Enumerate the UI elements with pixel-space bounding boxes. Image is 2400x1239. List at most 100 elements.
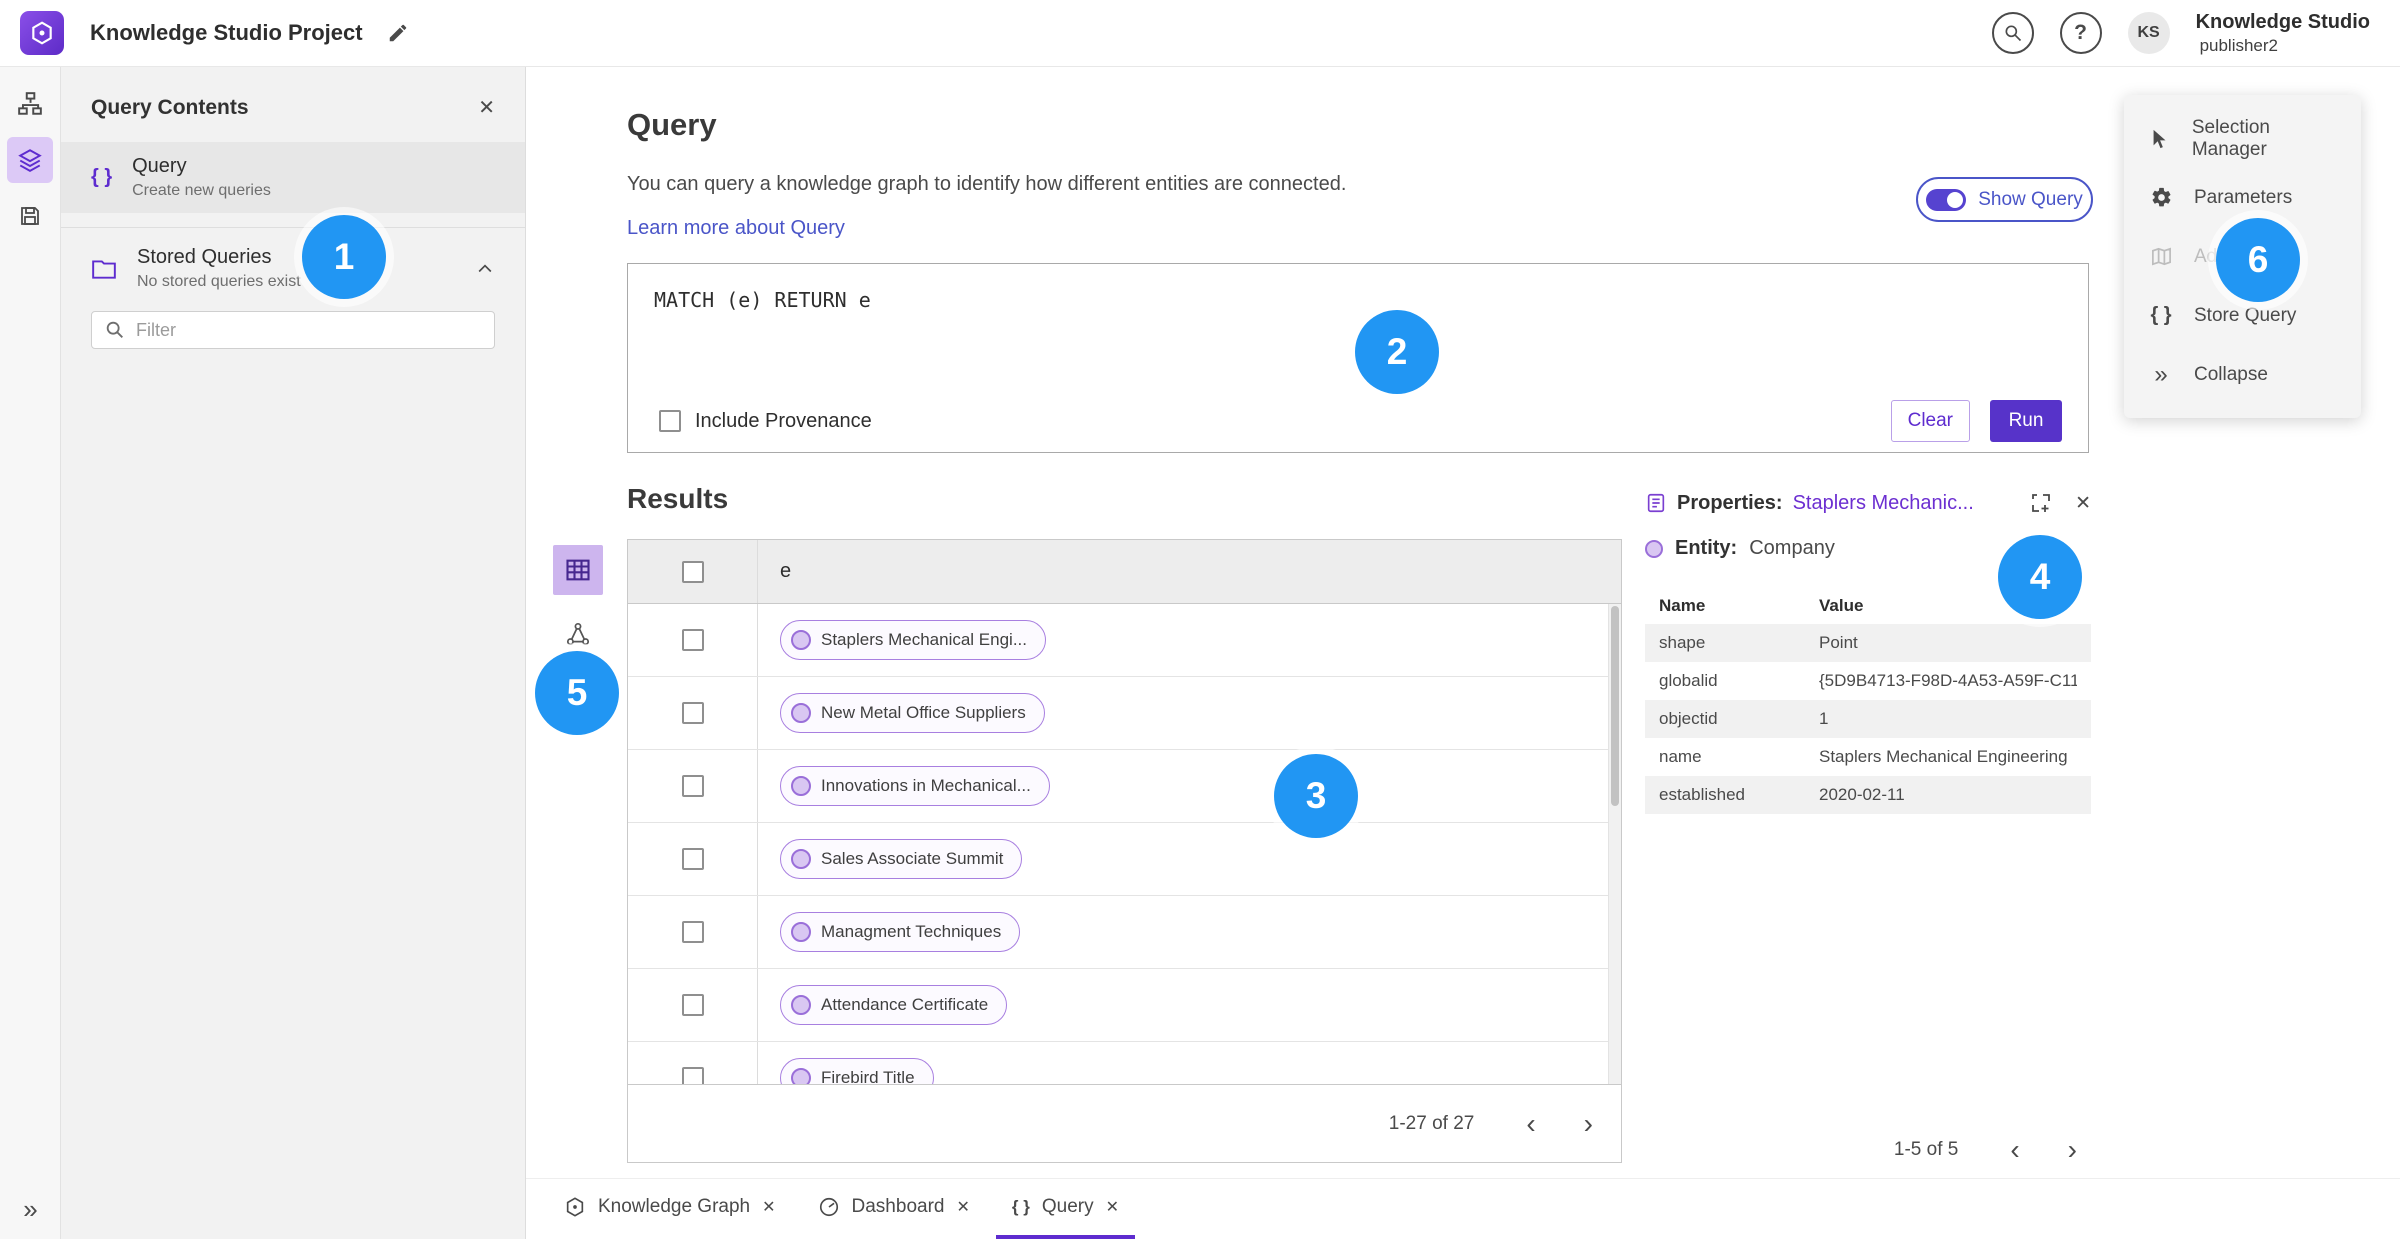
entity-chip-label: Staplers Mechanical Engi...	[821, 630, 1027, 649]
link-chart-icon	[566, 622, 590, 646]
entity-dot-icon	[791, 922, 811, 942]
query-description: You can query a knowledge graph to ident…	[627, 173, 1347, 195]
help-icon: ?	[2074, 21, 2087, 44]
query-item-label: Query	[132, 155, 187, 177]
property-row: established 2020-02-11	[1645, 776, 2091, 814]
prev-page-icon[interactable]: ‹	[1526, 1109, 1535, 1138]
tab-dashboard[interactable]: Dashboard ✕	[802, 1179, 986, 1239]
stored-queries-header[interactable]: Stored Queries No stored queries exist	[61, 228, 525, 305]
entity-chip[interactable]: Innovations in Mechanical...	[780, 766, 1050, 806]
table-row[interactable]: Attendance Certificate	[628, 969, 1608, 1042]
tab-close-icon[interactable]: ✕	[1106, 1197, 1119, 1217]
annotation-badge-5: 5	[535, 651, 619, 735]
learn-more-link[interactable]: Learn more about Query	[627, 217, 845, 240]
search-icon	[2005, 25, 2021, 42]
stored-queries-label: Stored Queries	[137, 246, 272, 268]
braces-icon: { }	[2150, 304, 2172, 326]
show-query-label: Show Query	[1978, 188, 2083, 210]
help-button[interactable]: ?	[2059, 12, 2102, 54]
entity-chip[interactable]: Staplers Mechanical Engi...	[780, 620, 1046, 660]
include-provenance-label: Include Provenance	[695, 409, 872, 432]
menu-item-selection-manager[interactable]: Selection Manager	[2124, 109, 2361, 168]
tab-query[interactable]: { } Query ✕	[995, 1179, 1135, 1239]
selection-manager-icon	[2148, 128, 2172, 150]
results-table: e Staplers Mechanical Engi... New Metal …	[627, 539, 1622, 1163]
left-rail: »	[0, 67, 61, 1239]
table-row[interactable]: New Metal Office Suppliers	[628, 677, 1608, 750]
chevron-up-icon[interactable]	[475, 259, 495, 279]
property-row: name Staplers Mechanical Engineering	[1645, 738, 2091, 776]
row-checkbox[interactable]	[681, 1067, 704, 1084]
main-content: Query You can query a knowledge graph to…	[526, 67, 2400, 1178]
properties-close-icon[interactable]: ✕	[2075, 492, 2091, 515]
sidebar-item-query[interactable]: { } Query Create new queries	[61, 142, 525, 213]
row-checkbox[interactable]	[681, 775, 704, 797]
entity-chip[interactable]: Firebird Title	[780, 1058, 934, 1084]
property-row: globalid {5D9B4713-F98D-4A53-A59F-C11...	[1645, 662, 2091, 700]
clear-button[interactable]: Clear	[1890, 400, 1970, 442]
tab-knowledge-graph[interactable]: Knowledge Graph ✕	[548, 1179, 792, 1239]
braces-icon: { }	[1011, 1197, 1030, 1216]
show-query-toggle[interactable]: Show Query	[1916, 177, 2093, 222]
user-role: publisher2	[2199, 35, 2279, 55]
properties-entity-link[interactable]: Staplers Mechanic...	[1793, 492, 1974, 515]
property-name: objectid	[1659, 709, 1718, 728]
entity-chip[interactable]: Sales Associate Summit	[780, 839, 1023, 879]
entity-chip-label: New Metal Office Suppliers	[821, 703, 1026, 722]
avatar[interactable]: KS	[2127, 12, 2170, 54]
table-view-button[interactable]	[553, 545, 603, 595]
entity-chip-label: Attendance Certificate	[821, 995, 989, 1014]
panel-close-icon[interactable]: ✕	[478, 95, 495, 120]
run-button[interactable]: Run	[1990, 400, 2062, 442]
select-all-checkbox[interactable]	[681, 560, 704, 583]
filter-input[interactable]	[91, 311, 495, 349]
row-checkbox[interactable]	[681, 921, 704, 943]
property-row: objectid 1	[1645, 700, 2091, 738]
include-provenance-checkbox[interactable]	[659, 410, 681, 432]
prev-page-icon[interactable]: ‹	[2010, 1136, 2019, 1164]
results-pagination-label: 1-27 of 27	[1388, 1112, 1475, 1134]
entity-chip[interactable]: Attendance Certificate	[780, 985, 1008, 1025]
menu-item-parameters[interactable]: Parameters	[2124, 168, 2361, 227]
table-row[interactable]: Staplers Mechanical Engi...	[628, 604, 1608, 677]
query-code-input[interactable]: MATCH (e) RETURN e	[628, 264, 2088, 336]
table-row[interactable]: Innovations in Mechanical...	[628, 750, 1608, 823]
annotation-badge-2: 2	[1355, 310, 1439, 394]
next-page-icon[interactable]: ›	[2068, 1136, 2077, 1164]
panel-title: Query Contents	[91, 95, 249, 119]
entity-chip[interactable]: Managment Techniques	[780, 912, 1021, 952]
edit-title-icon[interactable]	[387, 22, 409, 44]
tab-close-icon[interactable]: ✕	[956, 1197, 969, 1217]
annotation-badge-3: 3	[1274, 754, 1358, 838]
table-row[interactable]: Firebird Title	[628, 1042, 1608, 1084]
results-view-switch	[553, 545, 603, 659]
tab-close-icon[interactable]: ✕	[762, 1197, 775, 1217]
scrollbar-thumb[interactable]	[1611, 606, 1619, 806]
entity-chip-label: Managment Techniques	[821, 922, 1002, 941]
table-row[interactable]: Managment Techniques	[628, 896, 1608, 969]
property-value: 2020-02-11	[1819, 785, 1905, 804]
entity-chip[interactable]: New Metal Office Suppliers	[780, 693, 1045, 733]
results-scrollbar[interactable]	[1608, 604, 1621, 1084]
row-checkbox[interactable]	[681, 702, 704, 724]
entity-dot-icon	[791, 849, 811, 869]
user-name: Knowledge Studio	[2195, 10, 2370, 33]
rail-contents-button[interactable]	[7, 137, 53, 183]
row-checkbox[interactable]	[681, 994, 704, 1016]
next-page-icon[interactable]: ›	[1584, 1109, 1593, 1138]
property-value: 1	[1819, 709, 1829, 728]
expand-rail-button[interactable]: »	[0, 1194, 61, 1225]
entity-chip-label: Sales Associate Summit	[821, 849, 1004, 868]
row-checkbox[interactable]	[681, 629, 704, 651]
property-name: shape	[1659, 633, 1706, 652]
search-button[interactable]	[1991, 12, 2034, 54]
menu-item-collapse[interactable]: » Collapse	[2124, 345, 2361, 404]
rail-data-model-button[interactable]	[7, 81, 53, 127]
table-row[interactable]: Sales Associate Summit	[628, 823, 1608, 896]
app-logo[interactable]	[20, 11, 64, 55]
properties-pagination-label: 1-5 of 5	[1893, 1139, 1959, 1160]
rail-save-button[interactable]	[7, 193, 53, 239]
chevrons-right-icon: »	[23, 1194, 38, 1224]
add-to-selection-icon[interactable]	[2029, 491, 2053, 515]
row-checkbox[interactable]	[681, 848, 704, 870]
